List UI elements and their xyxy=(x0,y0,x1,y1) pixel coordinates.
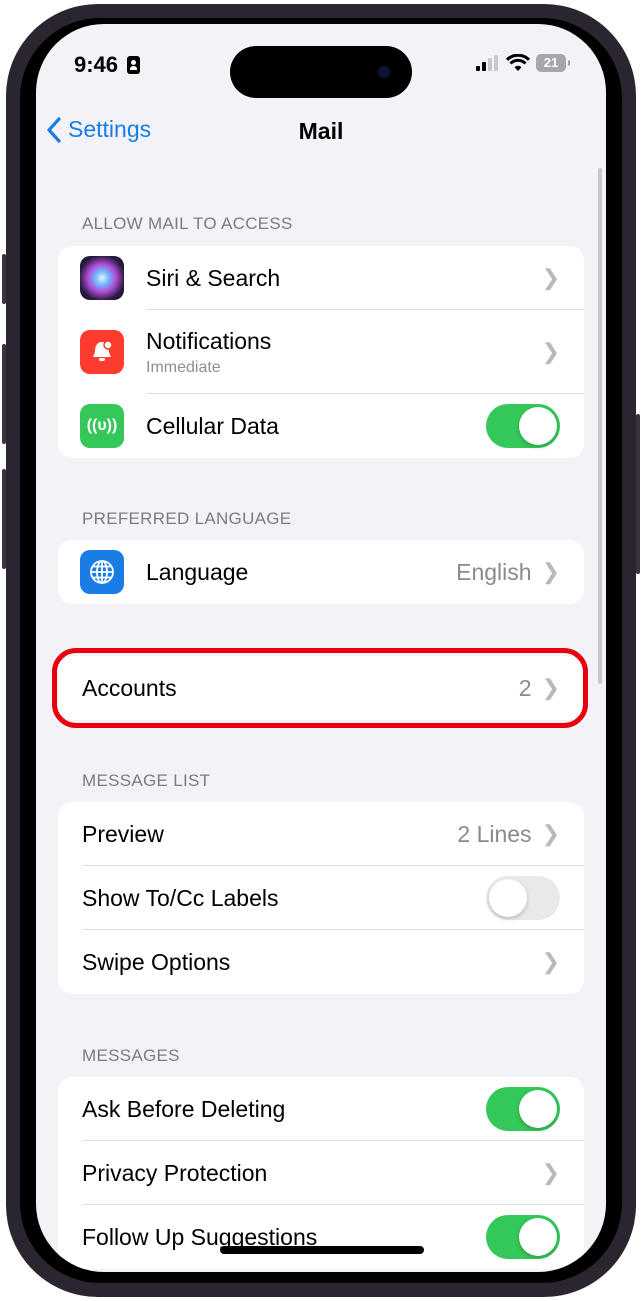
status-icons: 21 xyxy=(476,54,570,72)
page-title: Mail xyxy=(298,118,344,144)
highlight-annotation xyxy=(52,648,588,728)
ask-before-deleting-toggle[interactable] xyxy=(486,1087,560,1131)
volume-up-button xyxy=(2,344,6,444)
chevron-right-icon: ❯ xyxy=(541,339,560,364)
preferred-language-group: Language English ❯ xyxy=(58,540,584,604)
language-row[interactable]: Language English ❯ xyxy=(58,540,584,604)
allow-access-group: Siri & Search ❯ Notifications Immediate … xyxy=(58,246,584,458)
camera-icon xyxy=(378,66,390,78)
swipe-options-row[interactable]: Swipe Options ❯ xyxy=(58,930,584,994)
section-header-message-list: MESSAGE LIST xyxy=(82,771,211,790)
follow-up-suggestions-toggle[interactable] xyxy=(486,1215,560,1259)
message-list-group: Preview 2 Lines ❯ Show To/Cc Labels Swipe… xyxy=(58,802,584,994)
section-header-allow-access: ALLOW MAIL TO ACCESS xyxy=(82,214,293,233)
volume-down-button xyxy=(2,469,6,569)
power-button xyxy=(636,414,640,574)
cellular-signal-icon xyxy=(476,55,498,71)
battery-icon: 21 xyxy=(536,54,570,72)
preview-row[interactable]: Preview 2 Lines ❯ xyxy=(58,802,584,866)
messages-group: Ask Before Deleting Privacy Protection ❯… xyxy=(58,1077,584,1269)
follow-up-suggestions-row: Follow Up Suggestions xyxy=(58,1205,584,1269)
show-to-cc-row: Show To/Cc Labels xyxy=(58,866,584,930)
cellular-data-row: ((ᴜ)) Cellular Data xyxy=(58,394,584,458)
privacy-protection-row[interactable]: Privacy Protection ❯ xyxy=(58,1141,584,1205)
globe-icon xyxy=(80,550,124,594)
cellular-data-toggle[interactable] xyxy=(486,404,560,448)
siri-search-row[interactable]: Siri & Search ❯ xyxy=(58,246,584,310)
chevron-right-icon: ❯ xyxy=(541,821,560,846)
action-button xyxy=(2,254,6,304)
notifications-row[interactable]: Notifications Immediate ❯ xyxy=(58,310,584,394)
navigation-bar: Settings Mail xyxy=(36,112,606,152)
section-header-preferred-language: PREFERRED LANGUAGE xyxy=(82,509,292,528)
chevron-right-icon: ❯ xyxy=(541,559,560,584)
preview-value: 2 Lines xyxy=(457,820,532,847)
ask-before-deleting-row: Ask Before Deleting xyxy=(58,1077,584,1141)
cellular-antenna-icon: ((ᴜ)) xyxy=(80,404,124,448)
chevron-right-icon: ❯ xyxy=(541,949,560,974)
notifications-subtitle: Immediate xyxy=(146,358,221,376)
screen: 9:46 21 Settings Mail ALLOW MAIL TO ACCE… xyxy=(36,24,606,1272)
scrollbar[interactable] xyxy=(598,168,602,684)
chevron-right-icon: ❯ xyxy=(541,265,560,290)
siri-icon xyxy=(80,256,124,300)
home-indicator[interactable] xyxy=(220,1246,424,1254)
status-time: 9:46 xyxy=(74,52,141,78)
dynamic-island xyxy=(230,46,412,98)
chevron-right-icon: ❯ xyxy=(541,1160,560,1185)
language-value: English xyxy=(456,558,532,585)
show-to-cc-toggle[interactable] xyxy=(486,876,560,920)
contact-card-icon xyxy=(127,56,141,74)
notifications-bell-icon xyxy=(80,330,124,374)
wifi-icon xyxy=(506,54,530,71)
section-header-messages: MESSAGES xyxy=(82,1046,180,1065)
